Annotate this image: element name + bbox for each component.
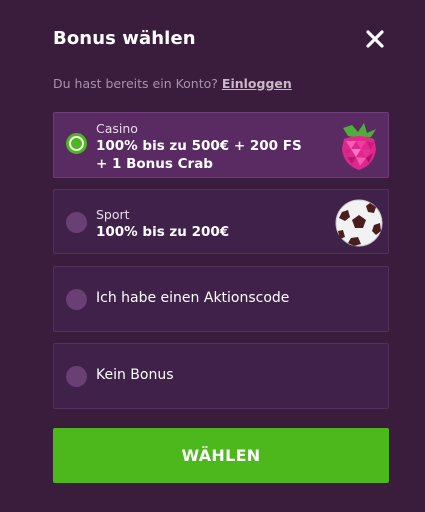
bonus-option-casino[interactable]: Casino 100% bis zu 500€ + 200 FS + 1 Bon…	[53, 112, 389, 178]
radio-casino[interactable]	[66, 133, 87, 154]
option-label-promo-code: Ich habe einen Aktionscode	[96, 290, 290, 306]
option-offer-sport: 100% bis zu 200€	[96, 224, 230, 240]
option-category-casino: Casino	[96, 121, 138, 136]
option-label-no-bonus: Kein Bonus	[96, 367, 174, 383]
radio-sport[interactable]	[66, 212, 87, 233]
login-link[interactable]: Einloggen	[222, 76, 292, 91]
choose-button[interactable]: WÄHLEN	[53, 428, 389, 483]
raspberry-icon	[334, 119, 384, 173]
radio-promo-code[interactable]	[66, 289, 87, 310]
bonus-option-sport[interactable]: Sport 100% bis zu 200€	[53, 189, 389, 254]
account-prompt-text: Du hast bereits ein Konto?	[53, 76, 218, 91]
option-offer-casino: 100% bis zu 500€ + 200 FS	[96, 138, 302, 154]
bonus-option-promo-code[interactable]: Ich habe einen Aktionscode	[53, 266, 389, 332]
option-offer-casino-extra: + 1 Bonus Crab	[96, 156, 213, 172]
bonus-option-no-bonus[interactable]: Kein Bonus	[53, 343, 389, 409]
soccer-ball-icon	[334, 198, 384, 248]
bonus-modal: Bonus wählen Du hast bereits ein Konto? …	[0, 0, 425, 512]
option-category-sport: Sport	[96, 207, 130, 222]
radio-no-bonus[interactable]	[66, 366, 87, 387]
close-icon[interactable]	[362, 26, 388, 52]
account-prompt: Du hast bereits ein Konto? Einloggen	[53, 76, 292, 91]
modal-title: Bonus wählen	[53, 28, 196, 49]
